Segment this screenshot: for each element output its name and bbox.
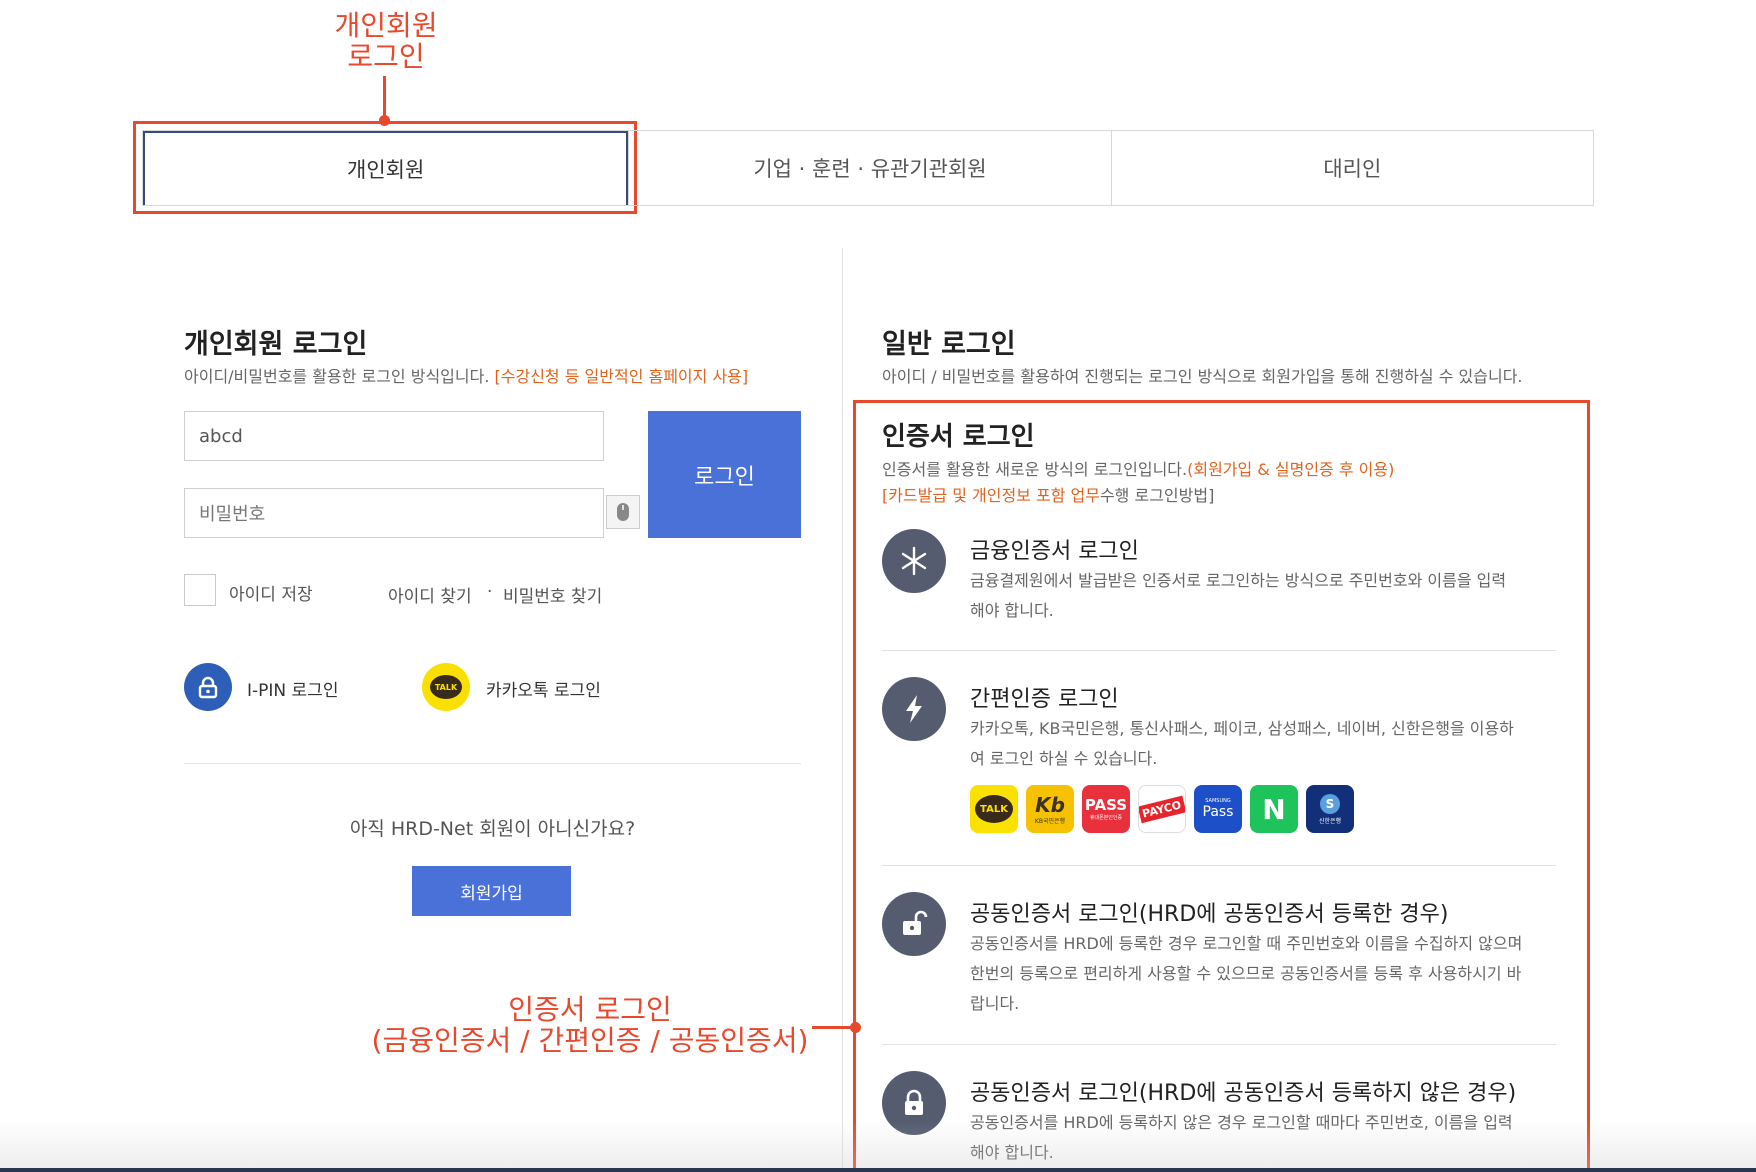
tab-agent[interactable]: 대리인: [1110, 131, 1593, 205]
lock-icon: [198, 676, 218, 699]
joint-reg-desc-line-3: 랍니다.: [970, 994, 1020, 1013]
lock-closed-icon: [905, 1089, 923, 1115]
financial-cert-icon-button[interactable]: [882, 529, 946, 593]
shinhan-logo-text: S: [1320, 793, 1340, 814]
kakao-auth-icon[interactable]: TALK: [970, 785, 1018, 833]
cert-desc-highlight: (회원가입 & 실명인증 후 이용): [1187, 460, 1395, 479]
simple-desc-line-1: 카카오톡, KB국민은행, 통신사패스, 페이코, 삼성패스, 네이버, 신한은…: [970, 719, 1514, 738]
general-login-desc: 아이디 / 비밀번호를 활용하여 진행되는 로그인 방식으로 회원가입을 통해 …: [882, 367, 1523, 386]
joint-cert-unregistered-desc: 공동인증서를 HRD에 등록하지 않은 경우 로그인할 때마다 주민번호, 이름…: [970, 1108, 1513, 1168]
pass-auth-icon[interactable]: PASS 휴대폰본인인증: [1082, 785, 1130, 833]
personal-login-desc: 아이디/비밀번호를 활용한 로그인 방식입니다. [수강신청 등 일반적인 홈페…: [184, 363, 748, 387]
id-input[interactable]: abcd: [184, 411, 604, 461]
find-separator: ·: [487, 582, 493, 602]
joint-reg-desc-line-2: 한번의 등록으로 편리하게 사용할 수 있으므로 공동인증서를 등록 후 사용하…: [970, 964, 1522, 983]
joint-unreg-desc-line-1: 공동인증서를 HRD에 등록하지 않은 경우 로그인할 때마다 주민번호, 이름…: [970, 1113, 1513, 1132]
unlock-icon: [903, 910, 928, 935]
method-divider-3: [882, 1044, 1556, 1045]
financial-desc-line-1: 금융결제원에서 발급받은 인증서로 로그인하는 방식으로 주민번호와 이름을 입…: [970, 571, 1507, 590]
login-button[interactable]: 로그인: [648, 411, 801, 538]
mouse-icon: [617, 503, 629, 521]
shinhan-sub-text: 신한은행: [1318, 817, 1342, 825]
ipin-login-label[interactable]: I-PIN 로그인: [247, 676, 338, 701]
password-input[interactable]: 비밀번호: [184, 488, 604, 538]
simple-auth-desc: 카카오톡, KB국민은행, 통신사패스, 페이코, 삼성패스, 네이버, 신한은…: [970, 714, 1514, 774]
cert-login-desc: 인증서를 활용한 새로운 방식의 로그인입니다.(회원가입 & 실명인증 후 이…: [882, 456, 1394, 480]
desc-text: 아이디/비밀번호를 활용한 로그인 방식입니다.: [184, 367, 490, 386]
financial-desc-line-2: 해야 합니다.: [970, 601, 1054, 620]
joint-cert-registered-icon-button[interactable]: [882, 892, 946, 956]
annotation-personal-login: 개인회원 로그인: [314, 10, 458, 72]
lightning-icon: [906, 695, 922, 723]
kakao-login-button[interactable]: TALK: [422, 663, 470, 711]
general-login-title: 일반 로그인: [882, 329, 1016, 360]
cert-login-title: 인증서 로그인: [882, 422, 1035, 452]
left-divider: [184, 763, 801, 764]
samsung-pass-text: Pass: [1202, 804, 1234, 820]
join-button[interactable]: 회원가입: [412, 866, 571, 916]
not-member-text: 아직 HRD-Net 회원이 아니신가요?: [349, 818, 636, 840]
asterisk-icon: [901, 546, 927, 576]
joint-reg-desc-line-1: 공동인증서를 HRD에 등록한 경우 로그인할 때 주민번호와 이름을 수집하지…: [970, 934, 1523, 953]
simple-auth-icon-button[interactable]: [882, 677, 946, 741]
kb-sub-text: KB국민은행: [1034, 817, 1066, 825]
method-divider-2: [882, 865, 1556, 866]
cert-desc-text: 인증서를 활용한 새로운 방식의 로그인입니다.: [882, 460, 1188, 479]
method-divider-1: [882, 650, 1556, 651]
joint-cert-unregistered-icon-button[interactable]: [882, 1071, 946, 1135]
annotation-cert-line-2: (금융인증서 / 간편인증 / 공동인증서): [371, 1024, 809, 1057]
find-password-link[interactable]: 비밀번호 찾기: [503, 582, 602, 607]
ipin-login-button[interactable]: [184, 663, 232, 711]
kakao-bubble-icon: TALK: [975, 795, 1013, 823]
payco-logo-text: PAYCO: [1139, 795, 1185, 823]
annotation-cert-line-1: 인증서 로그인: [508, 993, 672, 1026]
save-id-checkbox[interactable]: [184, 574, 216, 606]
cert-desc2-text: 수행 로그인방법]: [1099, 486, 1215, 505]
kakao-talk-icon: TALK: [430, 675, 462, 699]
pass-logo-text: PASS: [1084, 796, 1128, 814]
annotation-line-1: 개인회원: [334, 9, 438, 42]
joint-cert-registered-desc: 공동인증서를 HRD에 등록한 경우 로그인할 때 주민번호와 이름을 수집하지…: [970, 929, 1522, 1019]
kb-logo-text: Kb: [1035, 792, 1065, 817]
member-type-tabs: 개인회원 기업 · 훈련 · 유관기관회원 대리인: [142, 130, 1594, 206]
personal-login-title: 개인회원 로그인: [184, 329, 368, 360]
panel-divider: [842, 248, 843, 1172]
financial-cert-title[interactable]: 금융인증서 로그인: [970, 533, 1139, 565]
financial-cert-desc: 금융결제원에서 발급받은 인증서로 로그인하는 방식으로 주민번호와 이름을 입…: [970, 566, 1506, 626]
shinhan-auth-icon[interactable]: S 신한은행: [1306, 785, 1354, 833]
annotation-connector: [383, 76, 386, 120]
payco-auth-icon[interactable]: PAYCO: [1138, 785, 1186, 833]
tab-personal[interactable]: 개인회원: [143, 131, 629, 205]
joint-cert-registered-title[interactable]: 공동인증서 로그인(HRD에 공동인증서 등록한 경우): [970, 896, 1448, 928]
bottom-bar: [0, 1168, 1756, 1172]
annotation-cert-connector: [812, 1026, 852, 1029]
tab-corporate[interactable]: 기업 · 훈련 · 유관기관회원: [628, 131, 1110, 205]
cert-desc2-highlight: [카드발급 및 개인정보 포함 업무: [882, 486, 1100, 505]
save-id-label: 아이디 저장: [229, 585, 313, 605]
joint-unreg-desc-line-2: 해야 합니다.: [970, 1143, 1054, 1162]
virtual-keyboard-button[interactable]: [606, 495, 640, 529]
simple-auth-title[interactable]: 간편인증 로그인: [970, 681, 1119, 713]
kb-auth-icon[interactable]: Kb KB국민은행: [1026, 785, 1074, 833]
cert-login-desc-2: [카드발급 및 개인정보 포함 업무수행 로그인방법]: [882, 482, 1214, 506]
annotation-cert-login: 인증서 로그인 (금융인증서 / 간편인증 / 공동인증서): [370, 994, 810, 1056]
desc-highlight: [수강신청 등 일반적인 홈페이지 사용]: [494, 367, 749, 386]
samsung-pass-auth-icon[interactable]: SAMSUNG Pass: [1194, 785, 1242, 833]
pass-sub-text: 휴대폰본인인증: [1089, 815, 1123, 821]
naver-logo-text: N: [1262, 792, 1286, 826]
naver-auth-icon[interactable]: N: [1250, 785, 1298, 833]
joint-cert-unregistered-title[interactable]: 공동인증서 로그인(HRD에 공동인증서 등록하지 않은 경우): [970, 1075, 1516, 1107]
find-id-link[interactable]: 아이디 찾기: [388, 582, 472, 607]
simple-desc-line-2: 여 로그인 하실 수 있습니다.: [970, 749, 1158, 768]
kakao-login-label[interactable]: 카카오톡 로그인: [486, 676, 601, 701]
annotation-line-2: 로그인: [347, 40, 425, 73]
